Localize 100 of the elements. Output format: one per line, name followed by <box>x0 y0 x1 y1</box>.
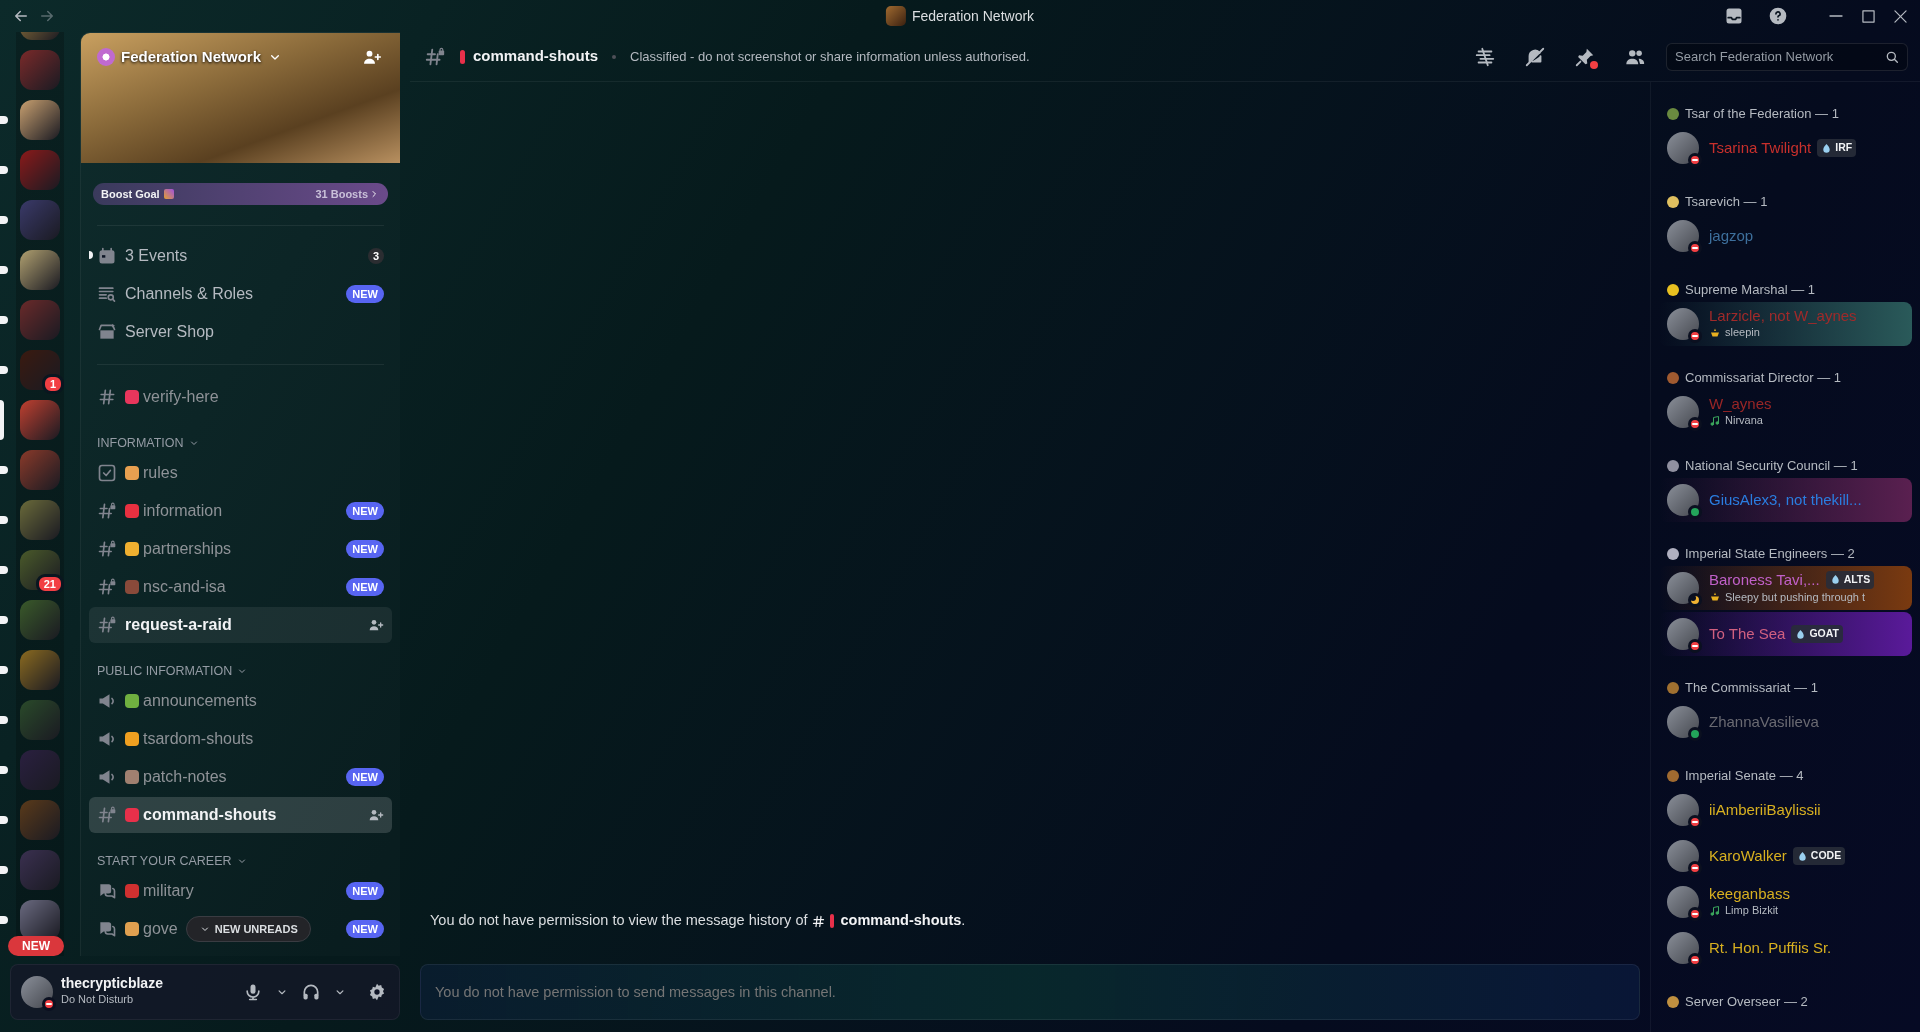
member-name: KaroWalker <box>1709 847 1787 865</box>
headset-icon <box>301 982 321 1002</box>
member-activity: sleepin <box>1725 325 1760 341</box>
member-name: iiAmberiiBaylissii <box>1709 801 1821 819</box>
unread-indicator <box>0 866 8 874</box>
channel-title: command-shouts <box>473 46 598 67</box>
member-item[interactable]: W_aynes Nirvana <box>1659 390 1912 434</box>
role-group-header: Imperial Senate — 4 <box>1685 767 1804 786</box>
channel-item[interactable]: information NEW <box>89 493 392 529</box>
unread-indicator <box>0 366 8 374</box>
member-item[interactable]: iiAmberiiBaylissii <box>1659 788 1912 832</box>
channel-item[interactable]: request-a-raid <box>89 607 392 643</box>
member-item[interactable]: Tsarina Twilight IRF <box>1659 126 1912 170</box>
member-item[interactable]: keeganbass Limp Bizkit <box>1659 880 1912 924</box>
server-icon <box>885 6 906 26</box>
shortcut-item[interactable]: Channels & Roles NEW <box>89 276 392 312</box>
member-activity: Nirvana <box>1725 413 1763 429</box>
server-icon[interactable] <box>20 100 60 140</box>
unread-indicator <box>0 466 8 474</box>
locked-hash-icon <box>97 615 117 635</box>
music-note-icon <box>1709 414 1721 427</box>
server-icon[interactable] <box>20 400 60 440</box>
inbox-icon <box>1724 6 1744 26</box>
member-name: ZhannaVasilieva <box>1709 713 1819 731</box>
category-header[interactable]: INFORMATION <box>89 431 206 455</box>
shop-icon <box>97 322 117 342</box>
unread-indicator <box>0 716 8 724</box>
server-icon[interactable] <box>20 650 60 690</box>
hash-icon <box>97 387 117 407</box>
forum-icon <box>97 881 117 901</box>
server-icon[interactable] <box>20 500 60 540</box>
minimize-icon <box>1829 15 1843 17</box>
member-item[interactable]: jagzop <box>1659 214 1912 258</box>
tag-icon <box>1796 850 1808 862</box>
channel-item[interactable]: verify-here <box>89 379 392 415</box>
member-item[interactable]: ZhannaVasilieva <box>1659 700 1912 744</box>
calendar-icon <box>97 246 117 266</box>
shortcut-item[interactable]: 3 Events 3 <box>89 238 392 274</box>
server-name-button[interactable]: Federation Network <box>97 45 284 69</box>
channel-topic: Classified - do not screenshot or share information unless authorised. <box>630 47 1030 66</box>
member-name: Rt. Hon. Puffiis Sr. <box>1709 939 1832 957</box>
muted-bell-icon <box>1524 45 1546 68</box>
unread-indicator <box>89 251 93 259</box>
add-member-icon <box>368 807 384 823</box>
megaphone-icon <box>97 691 117 711</box>
locked-hash-icon <box>97 577 117 597</box>
window-title: Federation Network <box>911 6 1035 26</box>
new-badge: NEW <box>346 284 384 304</box>
channel-item[interactable]: patch-notes NEW <box>89 759 392 795</box>
unread-indicator <box>0 816 8 824</box>
role-group-header: Tsar of the Federation — 1 <box>1685 105 1839 124</box>
unread-indicator <box>0 216 8 224</box>
new-badge: NEW <box>346 881 384 901</box>
add-member-icon <box>368 617 384 633</box>
tag-icon <box>1829 574 1841 586</box>
username: thecrypticblaze <box>61 976 164 992</box>
rules-icon <box>97 463 117 483</box>
locked-hash-icon <box>97 501 117 521</box>
shortcut-item[interactable]: Server Shop <box>89 314 392 350</box>
guild-tag: GOAT <box>1791 625 1843 643</box>
close-icon <box>1893 9 1907 23</box>
member-name: keeganbass <box>1709 885 1790 903</box>
new-badge: NEW <box>346 539 384 559</box>
server-icon[interactable] <box>20 250 60 290</box>
unread-indicator <box>0 516 8 524</box>
member-name: To The Sea <box>1709 625 1786 643</box>
server-boost-icon <box>97 48 115 66</box>
new-badge: NEW <box>346 919 384 939</box>
user-status: Do Not Disturb <box>61 992 135 1008</box>
boost-goal-bar[interactable]: Boost Goal 31 Boosts <box>93 183 388 205</box>
channel-item[interactable]: military NEW <box>89 873 392 909</box>
hash-icon <box>811 913 827 929</box>
role-group-header: National Security Council — 1 <box>1685 457 1858 476</box>
category-header[interactable]: START YOUR CAREER <box>89 849 254 873</box>
member-item[interactable]: KaroWalker CODE <box>1659 834 1912 878</box>
role-group-header: Commissariat Director — 1 <box>1685 369 1842 388</box>
mention-badge: 1 <box>41 374 64 394</box>
new-unreads-pill[interactable]: NEW UNREADS <box>185 915 311 943</box>
channel-item[interactable]: rules <box>89 455 392 491</box>
channel-item[interactable]: command-shouts <box>89 797 392 833</box>
channel-item[interactable]: announcements <box>89 683 392 719</box>
microphone-icon <box>243 982 263 1002</box>
member-item[interactable]: Rt. Hon. Puffiis Sr. <box>1659 926 1912 970</box>
new-badge: NEW <box>346 767 384 787</box>
boost-goal-label: Boost Goal <box>101 186 160 202</box>
channel-item[interactable]: partnerships NEW <box>89 531 392 567</box>
unread-indicator <box>0 166 8 174</box>
channel-item[interactable]: tsardom-shouts <box>89 721 392 757</box>
unread-indicator <box>0 316 8 324</box>
member-name: Tsarina Twilight <box>1709 139 1812 157</box>
channel-item[interactable]: nsc-and-isa NEW <box>89 569 392 605</box>
tag-icon <box>1795 628 1807 640</box>
channel-item[interactable]: gove NEW UNREADS NEW <box>89 911 392 947</box>
category-header[interactable]: PUBLIC INFORMATION <box>89 659 255 683</box>
browse-icon <box>97 284 117 304</box>
new-badge: NEW <box>346 577 384 597</box>
new-pill[interactable]: NEW <box>8 936 64 956</box>
megaphone-icon <box>97 767 117 787</box>
guild-tag: ALTS <box>1825 570 1875 589</box>
help-icon <box>1768 6 1788 26</box>
